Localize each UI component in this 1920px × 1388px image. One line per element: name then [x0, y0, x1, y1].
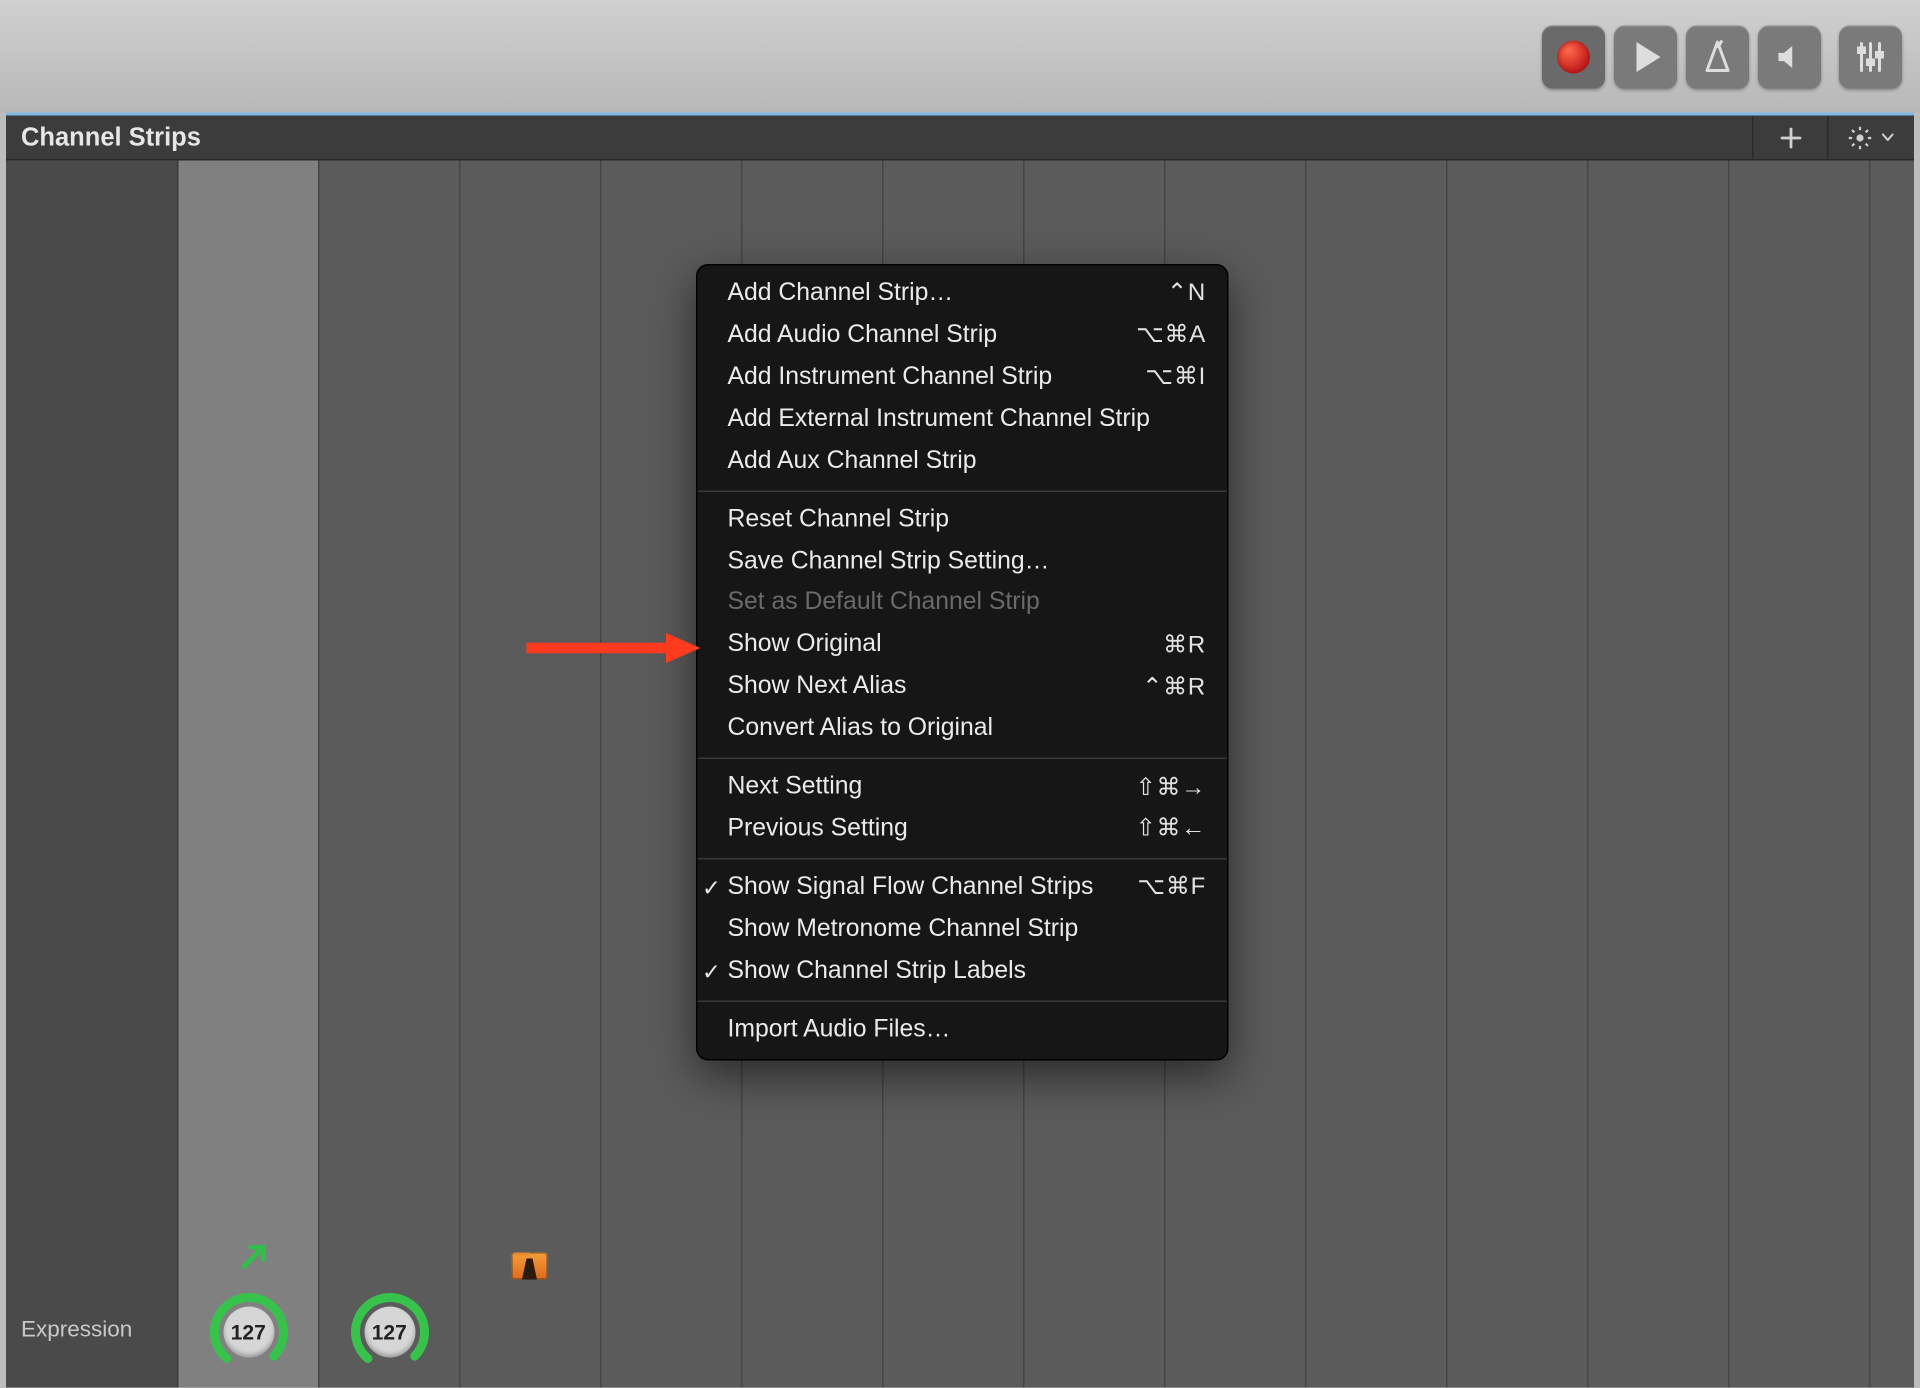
menu-item-reset-channel-strip[interactable]: Reset Channel Strip — [698, 499, 1228, 541]
menu-item-add-aux-channel-strip[interactable]: Add Aux Channel Strip — [698, 441, 1228, 483]
menu-item-label: Previous Setting — [728, 812, 1118, 848]
menu-item-label: Add Channel Strip… — [728, 276, 1150, 312]
expression-knob-1[interactable]: 127 — [179, 1292, 319, 1373]
menu-item-label: Import Audio Files… — [728, 1012, 1207, 1048]
menu-item-shortcut: ⇧⌘← — [1136, 812, 1206, 847]
menu-item-add-external-instrument-channel-strip[interactable]: Add External Instrument Channel Strip — [698, 399, 1228, 441]
knob-value: 127 — [231, 1320, 266, 1344]
speaker-icon — [1773, 40, 1806, 73]
menu-item-label: Add Instrument Channel Strip — [728, 360, 1128, 396]
mixer-button[interactable] — [1839, 25, 1902, 88]
row-label-expression: Expression — [21, 1317, 162, 1343]
channel-strip-context-menu: Add Channel Strip…⌃NAdd Audio Channel St… — [696, 264, 1229, 1060]
add-strip-button[interactable] — [1752, 116, 1827, 160]
menu-item-label: Show Original — [728, 628, 1146, 664]
menu-item-shortcut: ⌃N — [1167, 277, 1206, 312]
menu-item-show-original[interactable]: Show Original ⌘R — [698, 625, 1228, 667]
menu-item-shortcut: ⌥⌘F — [1137, 871, 1206, 906]
menu-item-shortcut: ⌥⌘A — [1136, 318, 1206, 353]
expression-knob-2[interactable]: 127 — [320, 1292, 460, 1373]
channel-strip-12[interactable] — [1730, 161, 1871, 1388]
menu-item-show-metronome-strip[interactable]: Show Metronome Channel Strip — [698, 909, 1228, 951]
menu-separator — [698, 858, 1228, 860]
row-labels-column: Expression — [6, 161, 179, 1388]
view-group — [1839, 25, 1902, 88]
menu-item-set-default-channel-strip: Set as Default Channel Strip — [698, 583, 1228, 625]
gear-icon — [1847, 124, 1874, 151]
menu-item-add-instrument-channel-strip[interactable]: Add Instrument Channel Strip ⌥⌘I — [698, 357, 1228, 399]
metronome-button[interactable] — [1686, 25, 1749, 88]
menu-item-label: Add Audio Channel Strip — [728, 318, 1119, 354]
menu-item-label: Show Next Alias — [728, 669, 1125, 705]
channel-strip-9[interactable] — [1307, 161, 1448, 1388]
metronome-icon — [1700, 38, 1736, 74]
panel-menu-button[interactable] — [1827, 116, 1914, 160]
alias-arrow-icon — [239, 1239, 272, 1280]
channel-strip-11[interactable] — [1589, 161, 1730, 1388]
menu-item-shortcut: ⇧⌘→ — [1136, 770, 1206, 805]
menu-item-label: Show Signal Flow Channel Strips — [728, 870, 1120, 906]
menu-item-next-setting[interactable]: Next Setting ⇧⌘→ — [698, 767, 1228, 809]
transport-toolbar — [0, 0, 1920, 113]
check-icon: ✓ — [702, 957, 721, 990]
panel-title: Channel Strips — [21, 122, 201, 152]
menu-item-label: Show Metronome Channel Strip — [728, 912, 1207, 948]
menu-item-add-audio-channel-strip[interactable]: Add Audio Channel Strip ⌥⌘A — [698, 315, 1228, 357]
menu-item-convert-alias-to-original[interactable]: Convert Alias to Original — [698, 708, 1228, 750]
menu-item-label: Reset Channel Strip — [728, 502, 1207, 538]
menu-item-show-signal-flow[interactable]: ✓Show Signal Flow Channel Strips ⌥⌘F — [698, 867, 1228, 909]
menu-item-shortcut: ⌥⌘I — [1145, 360, 1206, 395]
menu-item-shortcut: ⌘R — [1163, 628, 1206, 663]
mixer-icon — [1853, 38, 1889, 74]
menu-item-add-channel-strip[interactable]: Add Channel Strip… ⌃N — [698, 273, 1228, 315]
menu-item-save-channel-strip-setting[interactable]: Save Channel Strip Setting… — [698, 541, 1228, 583]
plus-icon — [1777, 124, 1804, 151]
count-in-button[interactable] — [1758, 25, 1821, 88]
menu-item-label: Next Setting — [728, 770, 1118, 806]
channel-strip-2[interactable]: 127 — [320, 161, 461, 1388]
play-icon — [1636, 41, 1660, 71]
menu-item-label: Show Channel Strip Labels — [728, 954, 1207, 990]
menu-item-show-channel-strip-labels[interactable]: ✓Show Channel Strip Labels — [698, 951, 1228, 993]
channel-strip-3[interactable] — [461, 161, 602, 1388]
knob-value: 127 — [372, 1320, 407, 1344]
menu-item-show-next-alias[interactable]: Show Next Alias ⌃⌘R — [698, 666, 1228, 708]
channel-strips-panel: Channel Strips Expression — [6, 113, 1914, 1388]
menu-item-import-audio-files[interactable]: Import Audio Files… — [698, 1009, 1228, 1051]
panel-header-tools — [1752, 116, 1914, 160]
menu-separator — [698, 758, 1228, 760]
panel-header: Channel Strips — [6, 116, 1914, 161]
menu-item-shortcut: ⌃⌘R — [1142, 670, 1206, 705]
menu-item-label: Convert Alias to Original — [728, 711, 1207, 747]
menu-separator — [698, 490, 1228, 492]
menu-item-label: Save Channel Strip Setting… — [728, 544, 1207, 580]
record-icon — [1557, 40, 1590, 73]
transport-group — [1542, 25, 1821, 88]
play-button[interactable] — [1614, 25, 1677, 88]
chevron-down-icon — [1880, 122, 1897, 152]
record-button[interactable] — [1542, 25, 1605, 88]
check-icon: ✓ — [702, 873, 721, 906]
menu-separator — [698, 1000, 1228, 1002]
folder-stack-icon — [512, 1253, 548, 1280]
menu-item-previous-setting[interactable]: Previous Setting ⇧⌘← — [698, 809, 1228, 851]
menu-item-label: Add External Instrument Channel Strip — [728, 402, 1207, 438]
channel-strip-10[interactable] — [1448, 161, 1589, 1388]
menu-item-label: Add Aux Channel Strip — [728, 444, 1207, 480]
channel-strip-1[interactable]: 127 — [179, 161, 320, 1388]
menu-item-label: Set as Default Channel Strip — [728, 586, 1207, 622]
